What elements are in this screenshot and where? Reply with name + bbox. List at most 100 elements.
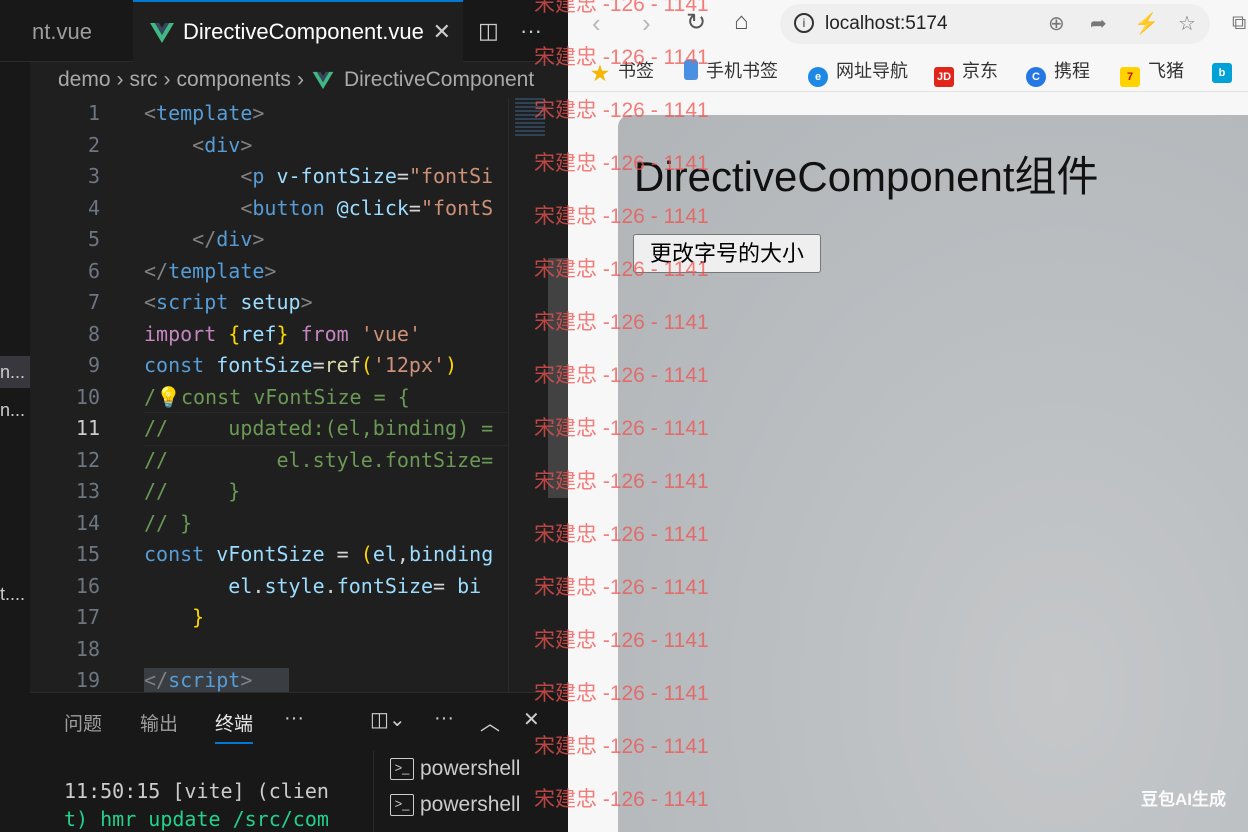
info-icon[interactable]: i [794, 13, 814, 33]
forward-icon[interactable]: › [642, 8, 651, 39]
code-line: // el.style.fontSize= [144, 447, 494, 472]
vscode-window: n... n... t.... nt.vue DirectiveComponen… [0, 0, 568, 832]
back-icon[interactable]: ‹ [592, 8, 601, 39]
scrollbar-thumb[interactable] [548, 258, 568, 498]
tab-label: DirectiveComponent.vue [183, 19, 424, 44]
line-number: 15 [75, 542, 100, 566]
code-line: </div> [192, 227, 265, 251]
editor-scrollbar[interactable] [548, 98, 568, 692]
line-number: 7 [87, 290, 100, 314]
url-text: localhost:5174 [825, 13, 948, 34]
bottom-panel: 问题 输出 终端 ··· ◫⌄ ··· ︿ ✕ 11:50:15 [vite] … [30, 692, 568, 832]
share-icon[interactable]: ➦ [1090, 4, 1107, 44]
breadcrumb-item[interactable]: src [130, 68, 158, 91]
minimap-viewport [515, 98, 545, 138]
code-line: // } [144, 479, 241, 503]
code-editor[interactable]: <template> <div> <p v-fontSize="fontSi <… [144, 98, 508, 697]
chevron-right-icon: › [163, 68, 171, 91]
breadcrumb-item[interactable]: demo [58, 68, 111, 91]
line-number: 2 [87, 132, 100, 157]
page-content: DirectiveComponent组件 更改字号的大小 豆包AI生成 [618, 115, 1248, 832]
bookmark-item[interactable]: C 携程 [1026, 57, 1090, 87]
bookmark-item[interactable]: JD 京东 [934, 57, 998, 87]
code-line: // updated:(el,binding) = [144, 412, 508, 446]
code-line: const vFontSize = (el,binding [144, 542, 494, 566]
line-number: 13 [75, 479, 100, 503]
change-font-size-button[interactable]: 更改字号的大小 [633, 234, 821, 273]
line-number: 5 [87, 227, 100, 251]
sidebar-item[interactable]: n... [0, 356, 30, 388]
line-number: 3 [87, 164, 100, 188]
lightning-icon[interactable]: ⚡ [1134, 4, 1159, 44]
reload-icon[interactable]: ↻ [686, 8, 706, 37]
close-icon[interactable]: ✕ [433, 2, 451, 62]
code-line: <p v-fontSize="fontSi [240, 164, 494, 188]
more-icon[interactable]: ··· [284, 707, 304, 730]
terminal-line: t) hmr update /src/com [64, 807, 329, 831]
split-terminal-icon[interactable]: ◫⌄ [370, 707, 406, 732]
bookmark-item[interactable]: ★ 书签 [590, 57, 654, 84]
sidebar-item[interactable]: t.... [0, 578, 30, 610]
sidebar-item[interactable]: n... [0, 394, 30, 426]
line-number: 14 [75, 510, 100, 535]
breadcrumb: demo › src › components › DirectiveComponent [30, 62, 568, 98]
tab-problems[interactable]: 问题 [64, 709, 102, 736]
address-bar[interactable]: i localhost:5174 ⊕ ➦ ⚡ ☆ [780, 4, 1210, 44]
terminal-list: >_ powershell >_ powershell [373, 751, 568, 832]
bilibili-icon: b [1212, 63, 1232, 83]
line-number: 9 [87, 353, 100, 377]
code-line: import {ref} from 'vue' [144, 321, 421, 346]
code-line: /💡const vFontSize = { [144, 384, 410, 409]
tab-directive-component[interactable]: DirectiveComponent.vue ✕ [133, 0, 463, 62]
line-number-gutter: 1 2 3 4 5 6 7 8 9 10 11 12 13 14 15 16 17 18 19 [30, 98, 130, 697]
bookmark-item[interactable]: 手机书签 [684, 57, 778, 83]
code-line: } [192, 605, 205, 629]
split-editor-icon[interactable]: ◫ [478, 0, 499, 62]
terminal-line: 11:50:15 [vite] (clien [64, 779, 329, 803]
terminal-item[interactable]: >_ powershell [390, 757, 520, 781]
tab-label: nt.vue [32, 19, 92, 44]
fliggy-icon: 7 [1120, 67, 1140, 87]
breadcrumb-item[interactable]: components [177, 68, 291, 91]
minimap[interactable] [508, 98, 548, 692]
code-line: <template> [144, 101, 265, 125]
bookmark-item[interactable]: e 网址导航 [808, 57, 908, 87]
bookmark-item[interactable]: 7 飞猪 [1120, 57, 1184, 87]
chevron-right-icon: › [116, 68, 124, 91]
bookmark-item[interactable]: b [1212, 57, 1240, 83]
extensions-icon[interactable]: ⧉ [1232, 12, 1246, 35]
lightbulb-icon[interactable]: 💡 [156, 385, 181, 409]
line-number: 10 [75, 384, 100, 409]
terminal-output[interactable]: 11:50:15 [vite] (clien t) hmr update /src… [64, 777, 364, 832]
page-heading: DirectiveComponent组件 [634, 153, 1099, 200]
more-icon[interactable]: ··· [434, 707, 454, 730]
tab-terminal[interactable]: 终端 [215, 709, 254, 744]
terminal-icon: >_ [390, 758, 414, 781]
code-line: </template> [144, 258, 277, 283]
line-number: 18 [75, 636, 100, 661]
terminal-item[interactable]: >_ powershell [390, 793, 520, 817]
editor-tab-bar: nt.vue DirectiveComponent.vue ✕ ◫ ··· [0, 0, 568, 62]
close-icon[interactable]: ✕ [523, 707, 540, 732]
code-line: <script setup> [144, 290, 313, 314]
line-number: 4 [87, 195, 100, 220]
address-toolbar: ‹ › ↻ ⌂ i localhost:5174 ⊕ ➦ ⚡ ☆ ⧉ [568, 0, 1248, 50]
vue-icon [312, 71, 334, 90]
code-line: <div> [192, 132, 253, 157]
more-icon[interactable]: ··· [520, 0, 542, 62]
line-number: 8 [87, 321, 100, 346]
zoom-icon[interactable]: ⊕ [1048, 4, 1065, 44]
bookmarks-bar: ★ 书签 手机书签 e 网址导航 JD 京东 C 携程 7 飞猪 b [568, 50, 1248, 92]
line-number: 1 [87, 101, 100, 125]
home-icon[interactable]: ⌂ [734, 8, 749, 36]
explorer-sidebar: n... n... t.... [0, 0, 30, 832]
breadcrumb-item[interactable]: DirectiveComponent [344, 68, 534, 91]
chevron-up-icon[interactable]: ︿ [480, 707, 500, 736]
tab-output[interactable]: 输出 [140, 709, 178, 736]
tab-other-vue[interactable]: nt.vue [30, 0, 130, 62]
line-number: 16 [75, 573, 100, 598]
vue-icon [150, 23, 174, 44]
star-icon[interactable]: ☆ [1178, 4, 1196, 44]
line-number: 6 [87, 258, 100, 283]
